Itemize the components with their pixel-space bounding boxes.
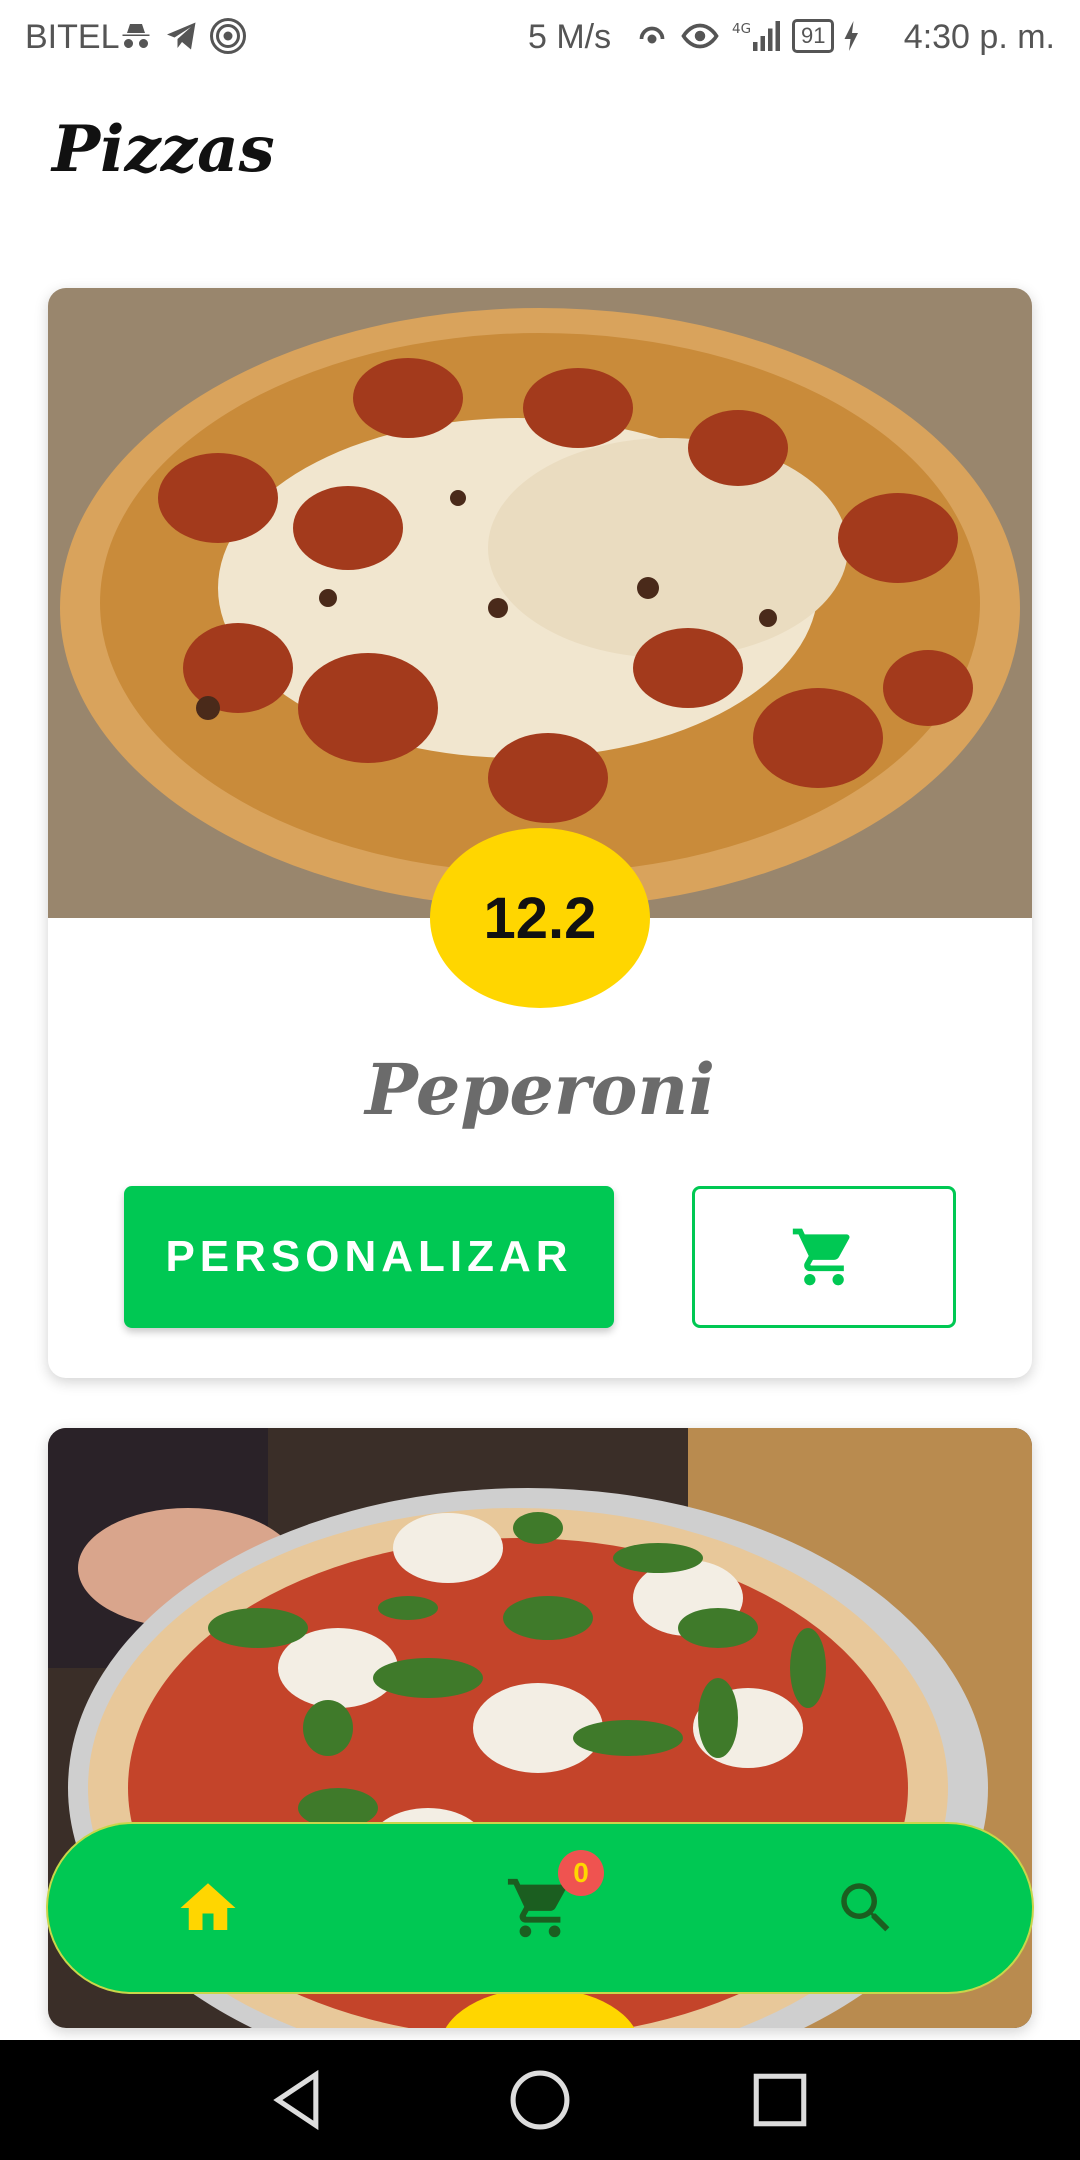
status-bar: BITEL 5 M/s 4G 91 4:30 p. m. <box>0 0 1080 76</box>
incognito-icon <box>122 24 150 48</box>
clock: 4:30 p. m. <box>903 18 1055 56</box>
eye-icon <box>681 23 719 49</box>
customize-button[interactable]: PERSONALIZAR <box>124 1186 614 1328</box>
bottom-navigation: 0 <box>48 1824 1032 1992</box>
charging-icon <box>844 21 859 51</box>
home-button-icon[interactable] <box>502 2062 578 2138</box>
pizza-photo <box>48 288 1032 918</box>
cart-count-badge: 0 <box>558 1850 604 1896</box>
pizza-card[interactable]: 12.2 Peperoni PERSONALIZAR <box>48 288 1032 1378</box>
network-speed: 5 M/s <box>528 18 612 56</box>
status-icons-left <box>118 18 246 54</box>
pizza-name: Peperoni <box>365 1048 715 1131</box>
nav-search[interactable] <box>766 1824 966 1992</box>
search-icon <box>841 1883 890 1932</box>
signal-4g-icon: 4G <box>732 21 780 51</box>
telegram-icon <box>167 22 196 50</box>
nav-cart[interactable]: 0 <box>440 1824 640 1992</box>
recents-icon[interactable] <box>742 2062 818 2138</box>
price-badge: 12.2 <box>430 828 650 1008</box>
cart-icon <box>792 1228 850 1286</box>
status-icons-right: 4G 91 <box>632 18 862 54</box>
battery-icon: 91 <box>792 19 835 53</box>
system-navigation-bar <box>0 2040 1080 2160</box>
add-to-cart-button[interactable] <box>692 1186 956 1328</box>
hotspot-icon <box>210 18 246 54</box>
back-icon[interactable] <box>262 2062 338 2138</box>
svg-text:4G: 4G <box>732 21 751 37</box>
nav-home[interactable] <box>108 1824 308 1992</box>
page-title: Pizzas <box>52 112 275 187</box>
carrier-name: BITEL <box>25 18 120 56</box>
home-icon <box>180 1883 236 1930</box>
wifi-calling-icon <box>639 26 665 44</box>
